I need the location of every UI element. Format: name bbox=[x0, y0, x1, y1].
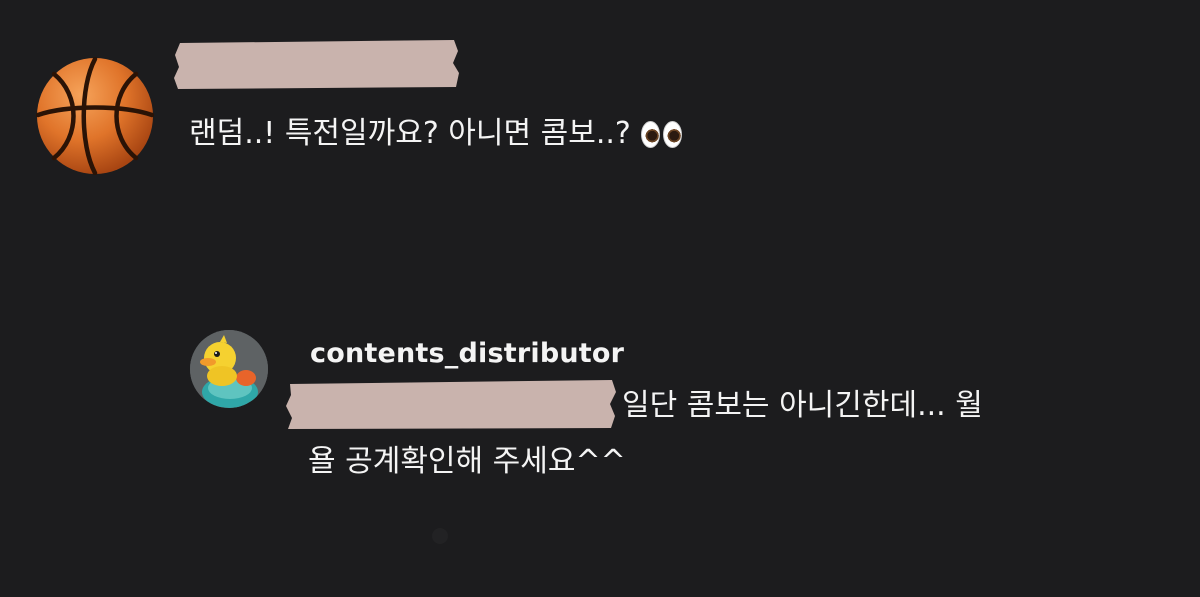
redaction-mark bbox=[174, 39, 460, 90]
reply-comment: contents_distributor 일단 콤보는 아니긴한데... 월 욜… bbox=[190, 330, 1190, 530]
eyes-emoji-icon bbox=[640, 120, 682, 148]
faint-artifact bbox=[432, 528, 448, 544]
comment-text: 랜덤..! 특전일까요? 아니면 콤보..? bbox=[189, 112, 682, 156]
comment-message: 랜덤..! 특전일까요? 아니면 콤보..? bbox=[189, 116, 631, 151]
redaction-mark bbox=[286, 378, 616, 430]
reply-text-line: 일단 콤보는 아니긴한데... 월 bbox=[622, 388, 983, 423]
reply-text-line: 욜 공계확인해 주세요^^ bbox=[308, 444, 626, 479]
reply-username[interactable]: contents_distributor bbox=[310, 336, 624, 372]
duck-avatar-icon[interactable] bbox=[190, 330, 268, 408]
basketball-icon[interactable] bbox=[35, 56, 155, 176]
comment: 랜덤..! 특전일까요? 아니면 콤보..? bbox=[0, 0, 1200, 200]
